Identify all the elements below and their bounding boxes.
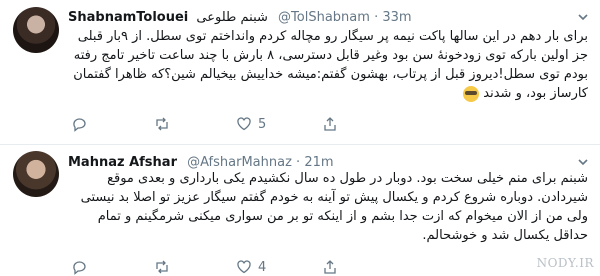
- tweet-text: شبنم برای منم خیلی سخت بود. دوبار در طول…: [72, 169, 588, 245]
- tweet-header: ShabnamTolouei شبنم طلوعی @TolShabnam · …: [68, 9, 412, 27]
- chevron-down-icon[interactable]: [576, 10, 590, 24]
- like-button[interactable]: 5: [236, 115, 266, 133]
- tweet-body: شبنم برای منم خیلی سخت بود. دوبار در طول…: [80, 171, 588, 243]
- share-button[interactable]: [322, 258, 338, 276]
- watermark: NODY.IR: [536, 256, 594, 270]
- display-name[interactable]: ShabnamTolouei: [68, 10, 188, 25]
- like-count: 5: [258, 116, 267, 132]
- timestamp[interactable]: 33m: [382, 10, 411, 25]
- user-handle[interactable]: @AfsharMahnaz: [187, 155, 292, 170]
- sunglasses-emoji-icon: [463, 85, 480, 102]
- tweet[interactable]: Mahnaz Afshar @AfsharMahnaz · 21m شبنم ب…: [0, 145, 600, 276]
- chevron-down-icon[interactable]: [576, 155, 590, 169]
- tweet-body: برای بار دهم در این سالها پاکت نیمه پر س…: [73, 29, 588, 101]
- tweet-text: برای بار دهم در این سالها پاکت نیمه پر س…: [72, 27, 588, 103]
- share-button[interactable]: [322, 115, 338, 133]
- heart-icon: [237, 260, 251, 274]
- tweet-actions: 5: [72, 115, 412, 133]
- display-name-persian: شبنم طلوعی: [196, 10, 268, 25]
- reply-icon: [73, 118, 86, 132]
- heart-icon: [237, 117, 251, 131]
- timestamp[interactable]: 21m: [304, 155, 333, 170]
- retweet-button[interactable]: [154, 115, 170, 133]
- retweet-icon: [156, 117, 168, 131]
- share-icon: [324, 260, 336, 274]
- reply-button[interactable]: [72, 115, 88, 133]
- user-handle[interactable]: @TolShabnam: [278, 10, 370, 25]
- share-icon: [324, 117, 336, 131]
- tweet-actions: 4: [72, 258, 412, 276]
- display-name[interactable]: Mahnaz Afshar: [68, 155, 177, 170]
- tweet[interactable]: ShabnamTolouei شبنم طلوعی @TolShabnam · …: [0, 0, 600, 145]
- like-count: 4: [258, 259, 267, 275]
- retweet-button[interactable]: [154, 258, 170, 276]
- reply-icon: [73, 261, 86, 275]
- like-button[interactable]: 4: [236, 258, 266, 276]
- reply-button[interactable]: [72, 258, 88, 276]
- retweet-icon: [156, 260, 168, 274]
- avatar[interactable]: [13, 7, 59, 53]
- avatar[interactable]: [13, 151, 59, 197]
